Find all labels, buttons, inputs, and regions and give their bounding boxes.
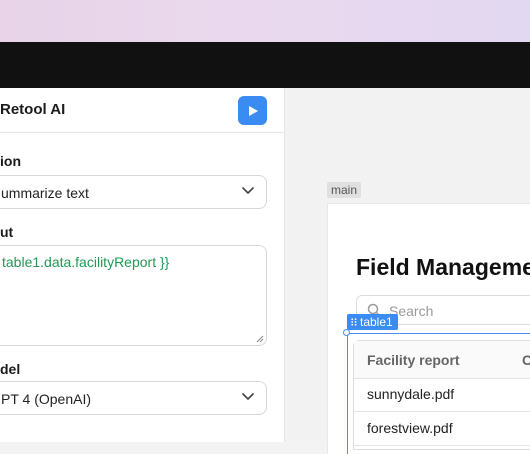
table1-component-tag[interactable]: table1 — [347, 314, 398, 330]
resize-grip-icon[interactable] — [254, 333, 264, 343]
app-header-bar — [0, 42, 530, 88]
run-query-button[interactable] — [238, 96, 267, 125]
drag-handle-icon — [351, 318, 357, 326]
table-cell: forestview.pdf — [367, 420, 453, 436]
table-cell: sunnydale.pdf — [367, 386, 455, 402]
input-label: ut — [0, 224, 14, 240]
model-label: del — [0, 361, 21, 377]
table1-tag-label: table1 — [360, 315, 393, 329]
resize-handle[interactable] — [343, 329, 350, 336]
column-header-facility-report[interactable]: Facility report — [367, 352, 460, 368]
action-select-value: ummarize text — [1, 185, 89, 201]
input-code-value: table1.data.facilityReport }} — [2, 254, 170, 270]
main-container-tag[interactable]: main — [327, 182, 362, 198]
table-row[interactable]: sunnydale.pdf — [354, 378, 530, 412]
model-select-value: PT 4 (OpenAI) — [1, 391, 92, 407]
window-backdrop — [0, 0, 530, 42]
action-label: ion — [0, 153, 21, 169]
query-editor-panel: Retool AI ion ummarize text ut table1.da… — [0, 88, 285, 442]
action-select[interactable]: ummarize text — [0, 175, 267, 209]
chevron-down-icon — [242, 393, 254, 400]
app-title: Field Manageme — [356, 254, 530, 280]
table-row[interactable]: forestview.pdf — [354, 412, 530, 446]
chevron-down-icon — [242, 187, 254, 194]
table-header-row: Facility report C — [354, 341, 530, 379]
input-textarea[interactable]: table1.data.facilityReport }} — [0, 245, 267, 346]
model-select[interactable]: PT 4 (OpenAI) — [0, 381, 267, 415]
play-icon — [248, 105, 258, 116]
query-panel-title: Retool AI — [0, 101, 66, 118]
facility-table[interactable]: Facility report C sunnydale.pdf forestvi… — [353, 340, 530, 450]
column-header-next[interactable]: C — [522, 352, 530, 368]
panel-divider — [0, 132, 285, 133]
